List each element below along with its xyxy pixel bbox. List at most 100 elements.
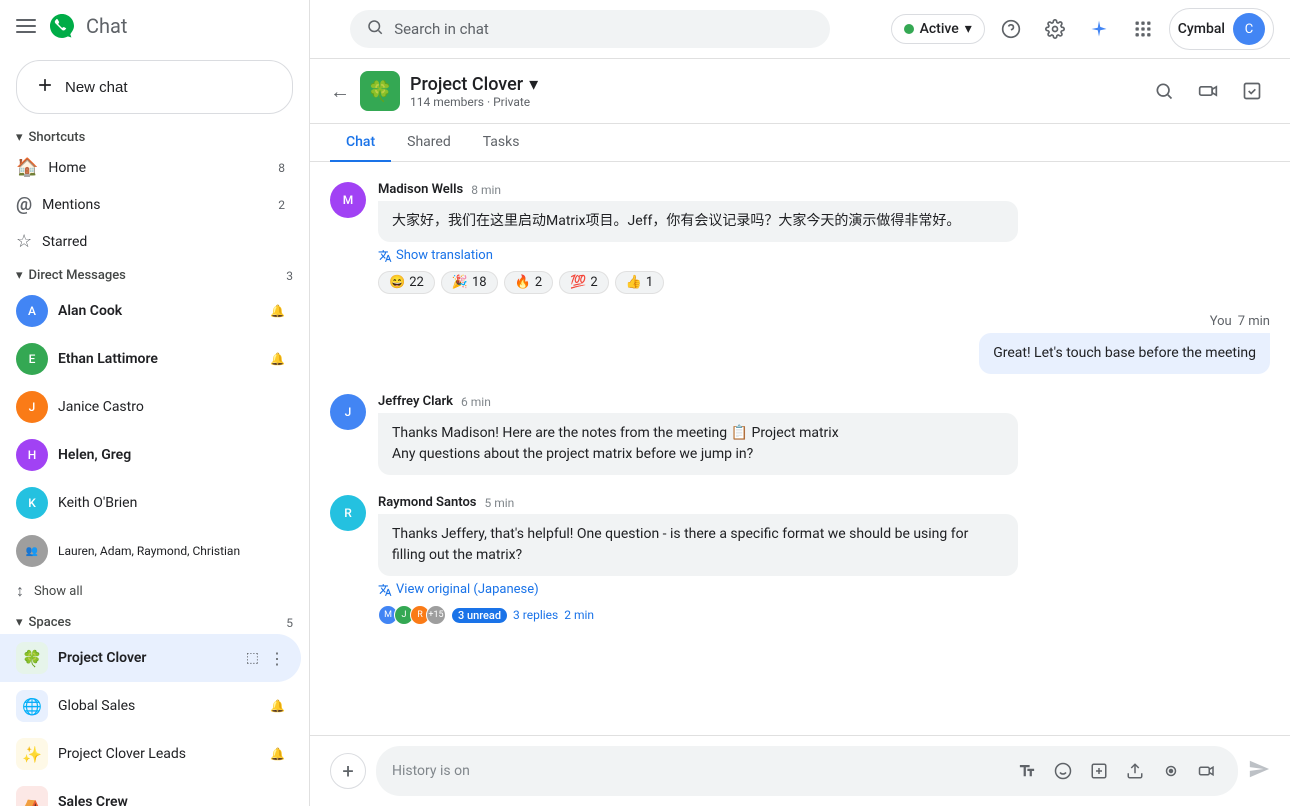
chat-search-button[interactable] (1146, 73, 1182, 109)
reaction-fire[interactable]: 🔥 2 (504, 271, 554, 294)
chat-tasks-button[interactable] (1234, 73, 1270, 109)
sidebar-item-keith[interactable]: K Keith O'Brien (0, 479, 301, 527)
input-icons (1012, 756, 1222, 786)
spaces-list: 🍀 Project Clover ⬚ ⋮ 🌐 Global Sales 🔔 ✨ … (0, 634, 309, 806)
reply-row[interactable]: M J R +15 3 unread 3 replies 2 min (378, 605, 1270, 625)
upload-button[interactable] (1120, 756, 1150, 786)
send-button[interactable] (1248, 758, 1270, 785)
reactions-row: 😄 22 🎉 18 🔥 2 💯 2 (378, 271, 1270, 294)
sidebar-item-starred[interactable]: ☆ Starred (0, 223, 301, 260)
unread-badge: 3 unread (452, 608, 507, 623)
search-icon (366, 18, 384, 40)
sidebar-item-project-clover[interactable]: 🍀 Project Clover ⬚ ⋮ (0, 634, 301, 682)
avatar-raymond: R (330, 495, 366, 531)
text-format-button[interactable] (1012, 756, 1042, 786)
message-bubble: 大家好，我们在这里启动Matrix项目。Jeff，你有会议记录吗？大家今天的演示… (378, 201, 1018, 242)
record-button[interactable] (1156, 756, 1186, 786)
spaces-chevron: ▾ (16, 615, 23, 630)
emoji-button[interactable] (1048, 756, 1078, 786)
app-title: Chat (86, 14, 127, 38)
sidebar-item-mentions[interactable]: @ Mentions 2 (0, 186, 301, 223)
chat-container: ← 🍀 Project Clover ▾ 114 members · Priva… (310, 59, 1290, 806)
active-status-button[interactable]: Active ▾ (891, 14, 985, 44)
messages-list: M Madison Wells 8 min 大家好，我们在这里启动Matrix项… (310, 162, 1290, 735)
mute-icon-alan: 🔔 (270, 304, 285, 318)
space-icon-project-clover-leads: ✨ (16, 738, 48, 770)
sidebar-item-janice[interactable]: J Janice Castro (0, 383, 301, 431)
reply-count-badge: +15 (426, 605, 446, 625)
spaces-section-header[interactable]: ▾ Spaces 5 (0, 607, 309, 634)
chat-video-button[interactable] (1190, 73, 1226, 109)
space-icon-global-sales: 🌐 (16, 690, 48, 722)
space-name-dropdown-icon[interactable]: ▾ (529, 74, 538, 95)
reaction-party[interactable]: 🎉 18 (441, 271, 498, 294)
sidebar-item-sales-crew[interactable]: ⛺ Sales Crew (0, 778, 301, 806)
help-button[interactable] (993, 11, 1029, 47)
profile-avatar: C (1233, 13, 1265, 45)
dm-label: ▾ Direct Messages (16, 268, 126, 283)
view-original-link[interactable]: View original (Japanese) (378, 582, 1270, 597)
message-content-raymond: Raymond Santos 5 min Thanks Jeffery, tha… (378, 495, 1270, 625)
avatar-keith: K (16, 487, 48, 519)
hamburger-menu[interactable] (16, 16, 36, 36)
top-bar: Search in chat Active ▾ Cymbal C (310, 0, 1290, 59)
mentions-icon: @ (16, 194, 32, 215)
apps-grid-button[interactable] (1125, 11, 1161, 47)
message-input-field[interactable]: History is on (376, 746, 1238, 796)
message-bubble-raymond: Thanks Jeffery, that's helpful! One ques… (378, 514, 1018, 576)
input-bar: + History is on (310, 735, 1290, 806)
sidebar-item-global-sales[interactable]: 🌐 Global Sales 🔔 (0, 682, 301, 730)
message-row: M Madison Wells 8 min 大家好，我们在这里启动Matrix项… (330, 182, 1270, 294)
dm-list: A Alan Cook 🔔 E Ethan Lattimore 🔔 J Jani… (0, 287, 309, 575)
spaces-label: ▾ Spaces (16, 615, 71, 630)
search-bar[interactable]: Search in chat (350, 10, 830, 48)
search-placeholder: Search in chat (394, 20, 489, 38)
new-chat-icon (35, 75, 55, 99)
shortcuts-list: 🏠 Home 8 @ Mentions 2 ☆ Starred (0, 149, 309, 260)
mute-icon-global-sales: 🔔 (270, 699, 285, 713)
avatar-group: 👥 (16, 535, 48, 567)
sidebar-item-group[interactable]: 👥 Lauren, Adam, Raymond, Christian (0, 527, 301, 575)
gemini-button[interactable] (1081, 11, 1117, 47)
sidebar-item-project-clover-leads[interactable]: ✨ Project Clover Leads 🔔 (0, 730, 301, 778)
settings-button[interactable] (1037, 11, 1073, 47)
home-icon: 🏠 (16, 157, 38, 178)
back-button[interactable]: ← (330, 79, 350, 104)
new-chat-button[interactable]: New chat (16, 60, 293, 114)
tab-shared[interactable]: Shared (391, 124, 467, 162)
sidebar-item-ethan[interactable]: E Ethan Lattimore 🔔 (0, 335, 301, 383)
sidebar-item-home[interactable]: 🏠 Home 8 (0, 149, 301, 186)
video-call-button[interactable] (1192, 756, 1222, 786)
translate-link[interactable]: Show translation (378, 248, 1270, 263)
profile-button[interactable]: Cymbal C (1169, 8, 1274, 50)
sidebar-item-helen[interactable]: H Helen, Greg (0, 431, 301, 479)
avatar-ethan: E (16, 343, 48, 375)
reaction-100[interactable]: 💯 2 (559, 271, 609, 294)
sent-message-row: You 7 min Great! Let's touch base before… (330, 314, 1270, 374)
avatar-madison: M (330, 182, 366, 218)
add-content-button[interactable]: + (330, 753, 366, 789)
space-avatar: 🍀 (360, 71, 400, 111)
input-placeholder: History is on (392, 763, 470, 779)
reaction-thumbs[interactable]: 👍 1 (615, 271, 665, 294)
tab-tasks[interactable]: Tasks (467, 124, 536, 162)
dm-section-header[interactable]: ▾ Direct Messages 3 (0, 260, 309, 287)
shortcuts-section-header[interactable]: ▾ Shortcuts (0, 122, 309, 149)
dm-show-all[interactable]: ↕ Show all (0, 575, 309, 607)
mute-icon-pcl: 🔔 (270, 747, 285, 761)
chat-subtitle: 114 members · Private (410, 95, 538, 109)
tab-chat[interactable]: Chat (330, 124, 391, 162)
active-dot (904, 24, 914, 34)
reaction-laugh[interactable]: 😄 22 (378, 271, 435, 294)
shortcuts-label: ▾ Shortcuts (16, 130, 85, 145)
app-logo: Chat (46, 10, 127, 42)
chat-title: Project Clover ▾ (410, 74, 538, 95)
chat-title-block: Project Clover ▾ 114 members · Private (410, 74, 538, 109)
message-row-raymond: R Raymond Santos 5 min Thanks Jeffery, t… (330, 495, 1270, 625)
space-icon-sales-crew: ⛺ (16, 786, 48, 806)
message-content: Madison Wells 8 min 大家好，我们在这里启动Matrix项目。… (378, 182, 1270, 294)
sidebar-item-alan[interactable]: A Alan Cook 🔔 (0, 287, 301, 335)
active-dropdown-icon: ▾ (965, 21, 972, 37)
more-icon-space[interactable]: ⋮ (269, 649, 285, 668)
add-attachment-button[interactable] (1084, 756, 1114, 786)
